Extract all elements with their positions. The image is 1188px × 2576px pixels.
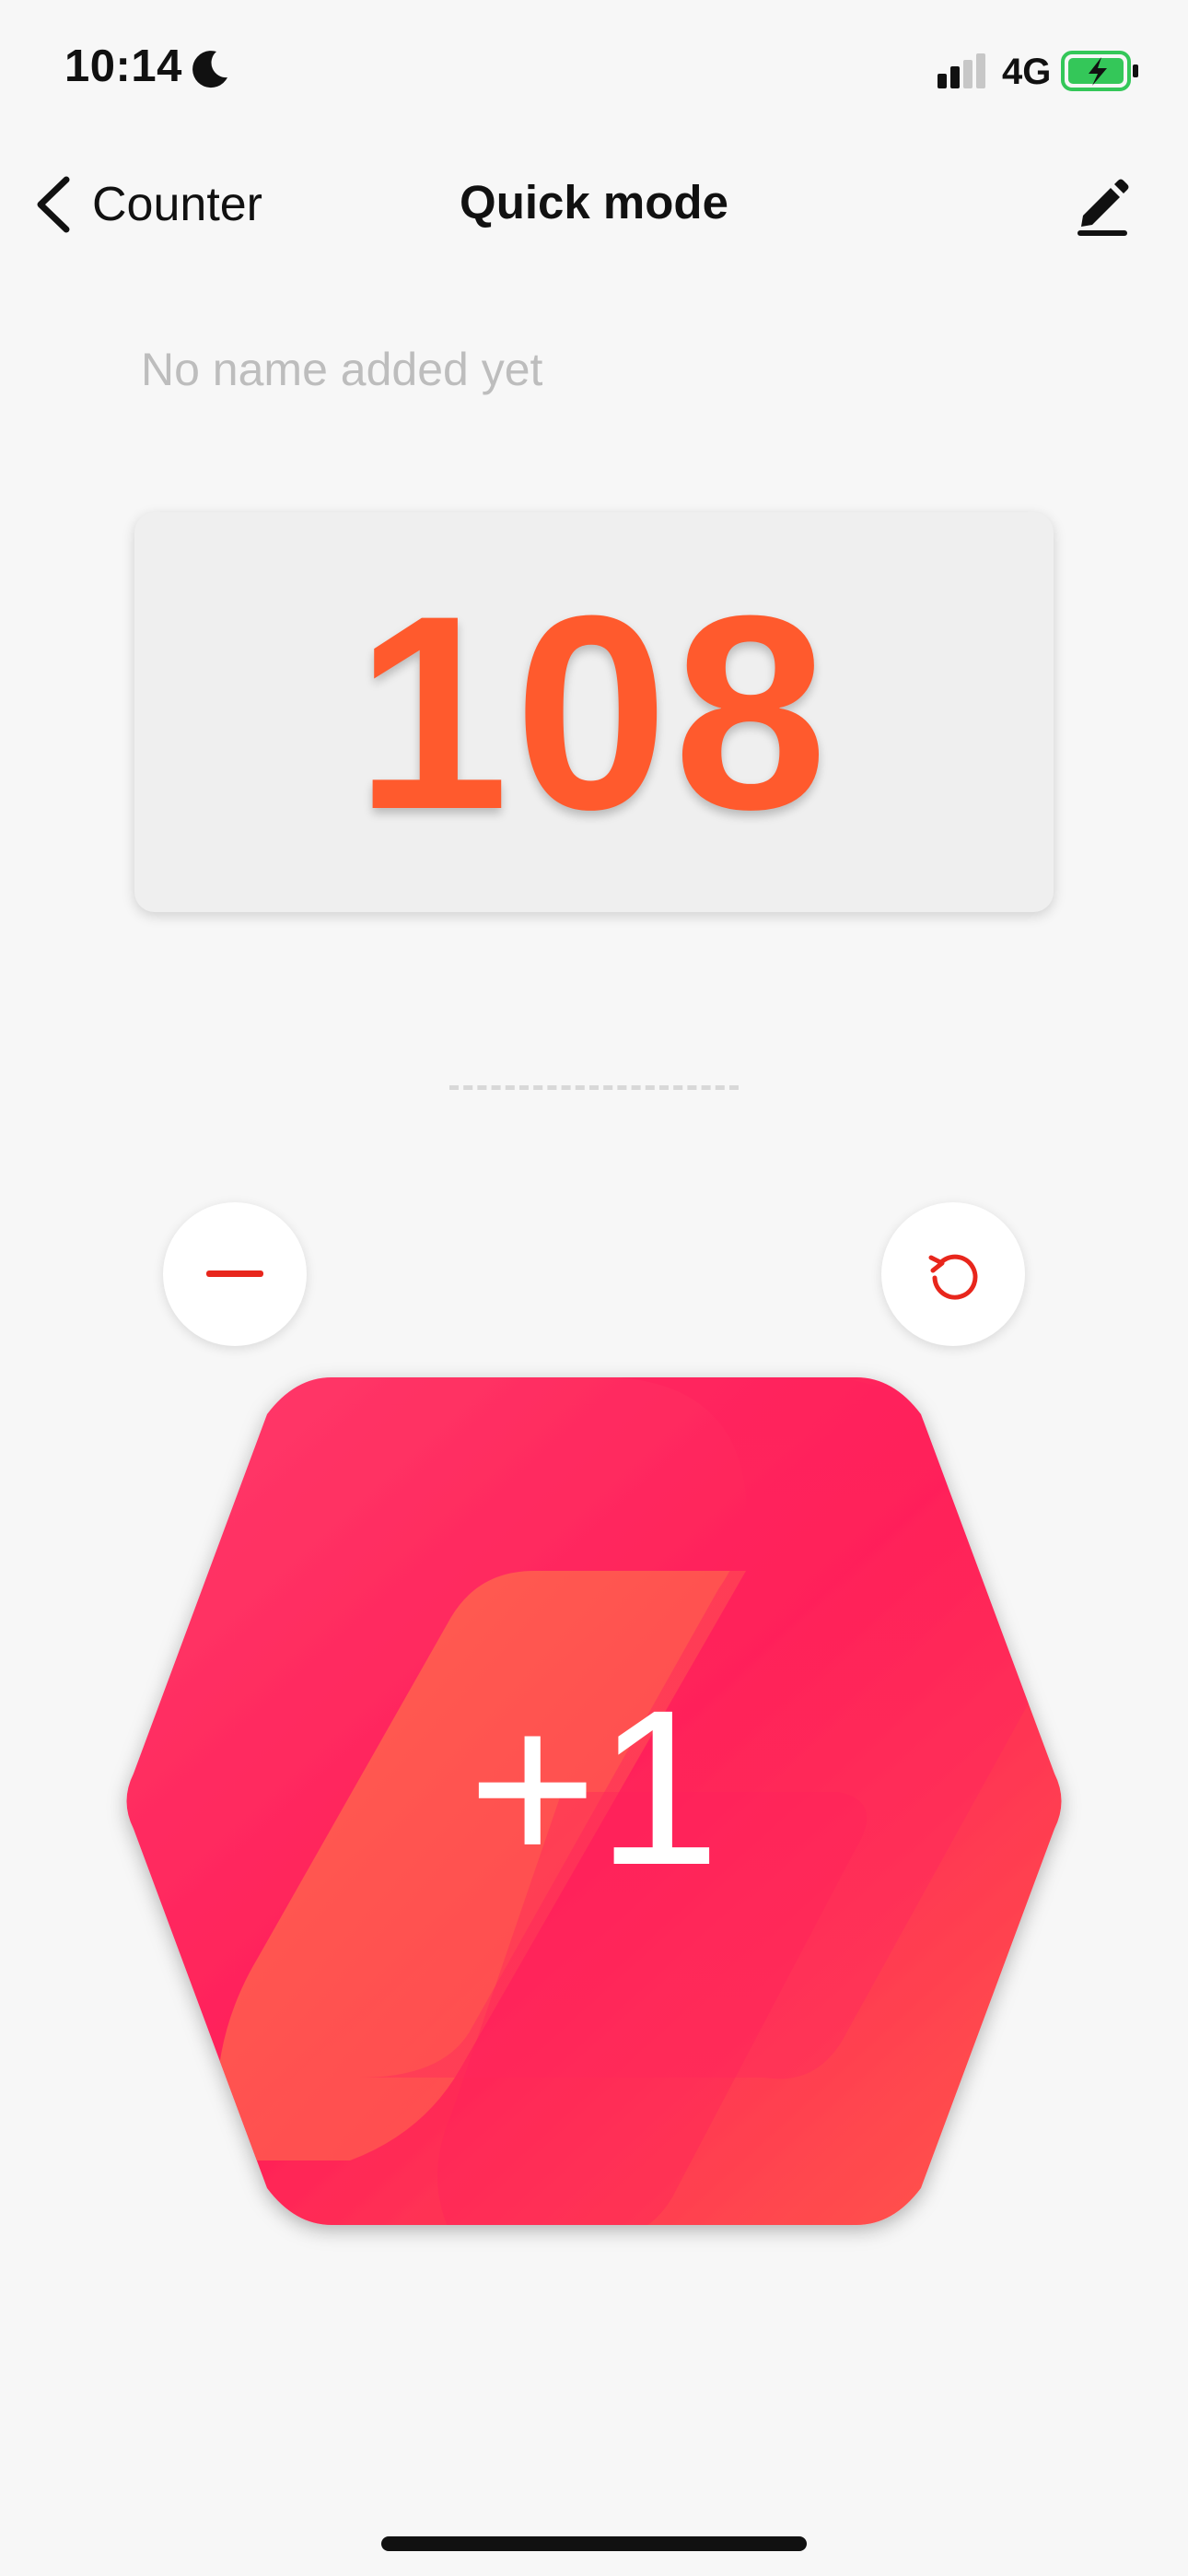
decrement-button[interactable] [163, 1202, 307, 1346]
signal-icon [938, 53, 985, 88]
hexagon-shape [126, 1377, 1062, 2225]
home-indicator [381, 2536, 807, 2551]
edit-pencil-icon[interactable] [1070, 173, 1135, 238]
reset-icon [928, 1254, 978, 1300]
moon-icon [192, 51, 227, 88]
status-time: 10:14 [64, 41, 182, 91]
reset-button[interactable] [881, 1202, 1025, 1346]
count-display-card: 108 [134, 512, 1054, 912]
counter-name-placeholder[interactable]: No name added yet [141, 343, 542, 396]
minus-icon [206, 1270, 263, 1277]
page-title: Quick mode [460, 176, 728, 228]
network-label: 4G [1002, 52, 1052, 92]
count-value: 108 [355, 557, 833, 867]
dashed-divider [449, 1085, 739, 1090]
increment-hexagon-button[interactable] [120, 1368, 1068, 2234]
battery-charging-icon [1061, 51, 1138, 91]
